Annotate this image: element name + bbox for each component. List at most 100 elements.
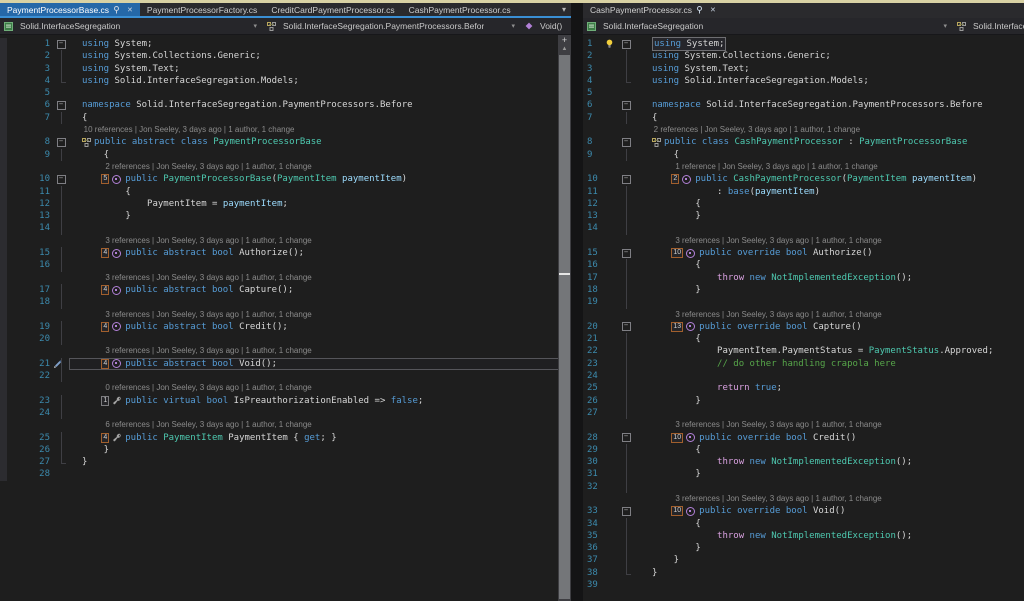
code-line-4[interactable]: 4using Solid.InterfaceSegregation.Models…: [0, 75, 571, 87]
code-text[interactable]: }: [69, 444, 571, 456]
code-text[interactable]: {: [634, 259, 1024, 271]
code-line-34[interactable]: 34{: [583, 518, 1024, 530]
code-text[interactable]: PaymentItem.PaymentStatus = PaymentStatu…: [634, 345, 1024, 357]
code-text[interactable]: {: [634, 198, 1024, 210]
code-text[interactable]: 4public abstract bool Authorize();: [69, 247, 571, 259]
code-text[interactable]: 4public abstract bool Credit();: [69, 321, 571, 333]
code-text[interactable]: {: [634, 333, 1024, 345]
fold-margin[interactable]: −: [618, 505, 634, 517]
fold-margin[interactable]: −: [618, 173, 634, 185]
fold-margin[interactable]: [618, 554, 634, 566]
code-line-23[interactable]: 231public virtual bool IsPreauthorizatio…: [0, 395, 571, 407]
code-line-26[interactable]: 26}: [583, 395, 1024, 407]
code-text[interactable]: [69, 468, 571, 480]
codelens-row[interactable]: 6 references | Jon Seeley, 3 days ago | …: [0, 419, 571, 431]
collapse-toggle-icon[interactable]: −: [622, 40, 631, 49]
code-text[interactable]: using System;: [69, 38, 571, 50]
code-line-12[interactable]: 12PaymentItem = paymentItem;: [0, 198, 571, 210]
code-text[interactable]: [634, 296, 1024, 308]
code-text[interactable]: 1public virtual bool IsPreauthorizationE…: [69, 395, 571, 407]
code-text[interactable]: [69, 222, 571, 234]
close-icon[interactable]: ✕: [127, 6, 133, 14]
codelens-text[interactable]: 0 references | Jon Seeley, 3 days ago | …: [69, 382, 571, 394]
codelens-row[interactable]: 3 references | Jon Seeley, 3 days ago | …: [583, 235, 1024, 247]
code-text[interactable]: using System.Text;: [634, 63, 1024, 75]
code-line-1[interactable]: 1−using System;: [0, 38, 571, 50]
code-text[interactable]: [69, 296, 571, 308]
fold-margin[interactable]: −: [53, 99, 69, 111]
collapse-toggle-icon[interactable]: −: [622, 101, 631, 110]
code-text[interactable]: [634, 481, 1024, 493]
tab-CashPaymentProcessor-cs[interactable]: CashPaymentProcessor.cs: [402, 3, 518, 16]
code-text[interactable]: public abstract class PaymentProcessorBa…: [69, 136, 571, 148]
code-line-18[interactable]: 18}: [583, 284, 1024, 296]
code-line-20[interactable]: 20−13public override bool Capture(): [583, 321, 1024, 333]
code-line-19[interactable]: 19: [583, 296, 1024, 308]
fold-margin[interactable]: [618, 210, 634, 222]
collapse-toggle-icon[interactable]: −: [57, 101, 66, 110]
code-text[interactable]: {: [634, 444, 1024, 456]
tab-CreditCardPaymentProcessor-cs[interactable]: CreditCardPaymentProcessor.cs: [264, 3, 401, 16]
fold-margin[interactable]: [618, 468, 634, 480]
code-text[interactable]: using System;: [634, 38, 1024, 50]
code-text[interactable]: [634, 370, 1024, 382]
code-text[interactable]: [634, 222, 1024, 234]
code-line-15[interactable]: 15−10public override bool Authorize(): [583, 247, 1024, 259]
fold-margin[interactable]: [618, 87, 634, 99]
nav-dropdown-0[interactable]: Solid.InterfaceSegregation▾: [0, 18, 263, 34]
code-line-24[interactable]: 24: [583, 370, 1024, 382]
pane-splitter[interactable]: [571, 3, 583, 601]
change-count-badge[interactable]: 10: [671, 433, 683, 443]
code-line-28[interactable]: 28: [0, 468, 571, 480]
nav-dropdown-0[interactable]: Solid.InterfaceSegregation▾: [583, 18, 953, 34]
fold-margin[interactable]: [618, 345, 634, 357]
fold-margin[interactable]: −: [53, 38, 69, 50]
fold-margin[interactable]: [53, 75, 69, 87]
fold-margin[interactable]: [618, 198, 634, 210]
fold-margin[interactable]: [618, 370, 634, 382]
fold-margin[interactable]: [53, 247, 69, 259]
code-text[interactable]: 10public override bool Authorize(): [634, 247, 1024, 259]
code-text[interactable]: 4public abstract bool Void();: [69, 358, 571, 370]
fold-margin[interactable]: −: [618, 432, 634, 444]
fold-margin[interactable]: [618, 444, 634, 456]
fold-margin[interactable]: [53, 456, 69, 468]
codelens-row[interactable]: 1 reference | Jon Seeley, 3 days ago | 1…: [583, 161, 1024, 173]
code-editor[interactable]: 1−using System;2using System.Collections…: [0, 35, 571, 601]
fold-margin[interactable]: [53, 284, 69, 296]
code-line-37[interactable]: 37}: [583, 554, 1024, 566]
code-line-28[interactable]: 28−10public override bool Credit(): [583, 432, 1024, 444]
codelens-row[interactable]: 3 references | Jon Seeley, 3 days ago | …: [583, 309, 1024, 321]
code-text[interactable]: using Solid.InterfaceSegregation.Models;: [69, 75, 571, 87]
fold-margin[interactable]: [53, 444, 69, 456]
code-text[interactable]: {: [634, 518, 1024, 530]
collapse-toggle-icon[interactable]: −: [57, 138, 66, 147]
code-line-24[interactable]: 24: [0, 407, 571, 419]
code-line-8[interactable]: 8−public abstract class PaymentProcessor…: [0, 136, 571, 148]
fold-margin[interactable]: −: [618, 247, 634, 259]
code-line-25[interactable]: 254public PaymentItem PaymentItem { get;…: [0, 432, 571, 444]
change-count-badge[interactable]: 10: [671, 506, 683, 516]
fold-margin[interactable]: [618, 112, 634, 124]
fold-margin[interactable]: −: [53, 173, 69, 185]
fold-margin[interactable]: [618, 296, 634, 308]
fold-margin[interactable]: [618, 382, 634, 394]
change-count-badge[interactable]: 4: [101, 433, 109, 443]
fold-margin[interactable]: [618, 63, 634, 75]
code-line-23[interactable]: 23// do other handling crapola here: [583, 358, 1024, 370]
codelens-text[interactable]: 3 references | Jon Seeley, 3 days ago | …: [69, 345, 571, 357]
codelens-row[interactable]: 0 references | Jon Seeley, 3 days ago | …: [0, 382, 571, 394]
code-line-22[interactable]: 22PaymentItem.PaymentStatus = PaymentSta…: [583, 345, 1024, 357]
code-line-16[interactable]: 16{: [583, 259, 1024, 271]
codelens-text[interactable]: 3 references | Jon Seeley, 3 days ago | …: [634, 235, 1024, 247]
fold-margin[interactable]: [53, 186, 69, 198]
code-text[interactable]: [634, 407, 1024, 419]
code-line-15[interactable]: 154public abstract bool Authorize();: [0, 247, 571, 259]
code-text[interactable]: using System.Text;: [69, 63, 571, 75]
fold-margin[interactable]: [618, 333, 634, 345]
code-text[interactable]: using System.Collections.Generic;: [634, 50, 1024, 62]
collapse-toggle-icon[interactable]: −: [622, 249, 631, 258]
fold-margin[interactable]: −: [618, 136, 634, 148]
code-text[interactable]: public class CashPaymentProcessor : Paym…: [634, 136, 1024, 148]
change-count-badge[interactable]: 1: [101, 396, 109, 406]
